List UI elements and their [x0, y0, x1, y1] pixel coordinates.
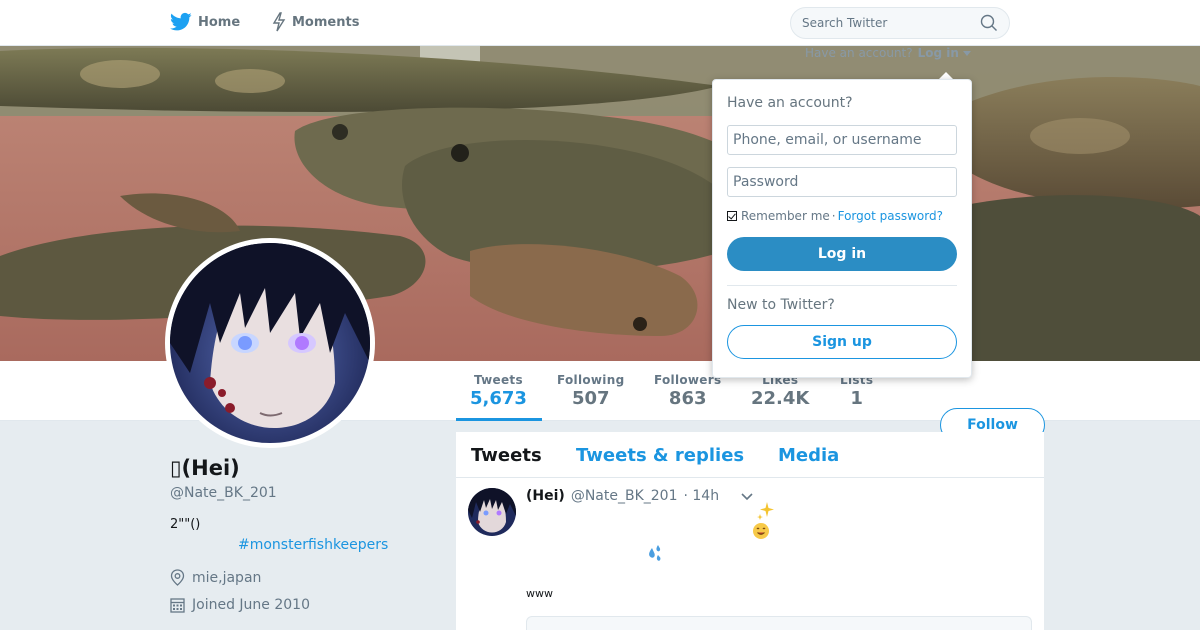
stat-value: 5,673 — [470, 388, 527, 409]
profile-joined: Joined June 2010 — [170, 597, 310, 613]
divider — [727, 285, 957, 286]
caret-down-icon — [963, 51, 972, 56]
stat-value: 1 — [850, 388, 863, 409]
stat-tweets[interactable]: Tweets 5,673 — [470, 373, 527, 409]
profile-bio: 2""() — [170, 517, 201, 532]
smiling-face-icon — [753, 523, 769, 539]
nav-home[interactable]: Home — [170, 12, 240, 32]
separator-dot: · — [831, 209, 836, 223]
profile-name[interactable]: ▯(Hei) — [170, 456, 240, 480]
login-dropdown-toggle[interactable]: Log in — [918, 46, 972, 60]
nav-moments-label: Moments — [292, 14, 360, 30]
calendar-icon — [170, 598, 185, 613]
forgot-password-link[interactable]: Forgot password? — [838, 209, 943, 223]
tab-tweets-and-replies[interactable]: Tweets & replies — [576, 445, 744, 466]
profile-hashtag-link[interactable]: #monsterfishkeepers — [238, 537, 388, 553]
login-button[interactable]: Log in — [727, 237, 957, 271]
stat-value: 22.4K — [751, 388, 810, 409]
remember-me-label[interactable]: Remember me — [741, 209, 830, 223]
stat-value: 507 — [571, 388, 610, 409]
tweet-timestamp[interactable]: · 14h — [683, 488, 719, 504]
login-dropdown: Have an account? Remember me · Forgot pa… — [712, 79, 972, 378]
lightning-icon — [272, 12, 286, 32]
tweet-text: www — [526, 587, 553, 600]
timeline-tabs: Tweets Tweets & replies Media — [456, 432, 1044, 478]
twitter-bird-icon — [170, 12, 192, 31]
login-link-label: Log in — [917, 46, 959, 60]
profile-handle[interactable]: @Nate_BK_201 — [170, 485, 277, 501]
top-navigation: Home Moments — [0, 0, 1200, 46]
tweet-author-name[interactable]: (Hei) — [526, 488, 565, 504]
tab-tweets[interactable]: Tweets — [471, 445, 542, 466]
stat-likes[interactable]: Likes 22.4K — [751, 373, 809, 409]
new-to-twitter-label: New to Twitter? — [727, 297, 835, 313]
stat-label: Tweets — [474, 373, 523, 387]
stat-value: 863 — [668, 388, 707, 409]
sparkles-icon — [757, 502, 774, 520]
tweet-avatar[interactable] — [468, 488, 516, 536]
login-dropdown-title: Have an account? — [727, 95, 853, 111]
username-field[interactable] — [727, 125, 957, 155]
chevron-down-icon[interactable] — [740, 492, 754, 502]
nav-home-label: Home — [198, 14, 241, 30]
profile-avatar[interactable] — [165, 238, 375, 448]
tweet-media-card[interactable] — [526, 616, 1032, 630]
timeline: Tweets Tweets & replies Media (Hei) @Nat… — [456, 432, 1044, 630]
avatar-image — [170, 243, 370, 443]
stat-label: Following — [557, 373, 625, 387]
remember-me-row: Remember me · Forgot password? — [727, 209, 943, 223]
search-icon[interactable] — [980, 14, 998, 32]
profile-joined-text: Joined June 2010 — [192, 597, 310, 613]
account-bar: Have an account? Log in — [805, 46, 972, 60]
tweet-author-handle[interactable]: @Nate_BK_201 — [571, 488, 678, 504]
sweat-droplets-icon — [649, 545, 661, 561]
tweet-header: (Hei) @Nate_BK_201 · 14h — [526, 488, 719, 504]
tab-media[interactable]: Media — [778, 445, 839, 466]
stat-lists[interactable]: Lists 1 — [840, 373, 873, 409]
location-pin-icon — [170, 569, 185, 586]
search-input[interactable] — [790, 7, 1010, 39]
profile-location: mie,japan — [170, 569, 261, 586]
remember-me-checkbox[interactable] — [727, 211, 737, 221]
stat-followers[interactable]: Followers 863 — [654, 373, 721, 409]
account-prompt: Have an account? — [805, 46, 913, 60]
active-stat-underline — [456, 418, 542, 421]
stat-following[interactable]: Following 507 — [557, 373, 624, 409]
nav-moments[interactable]: Moments — [272, 12, 359, 32]
tweet[interactable]: (Hei) @Nate_BK_201 · 14h www — [456, 478, 1044, 630]
password-field[interactable] — [727, 167, 957, 197]
profile-location-text: mie,japan — [192, 569, 262, 586]
signup-button[interactable]: Sign up — [727, 325, 957, 359]
